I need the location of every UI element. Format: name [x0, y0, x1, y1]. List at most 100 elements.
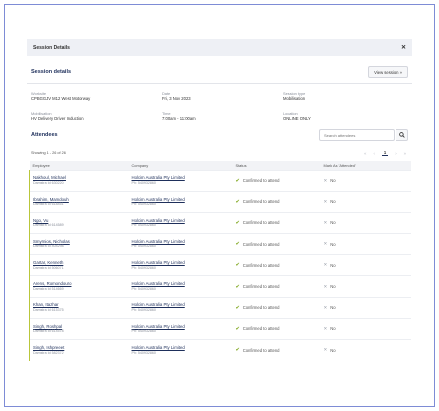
- employee-cell: Smyrnios, Nicholas Damstra Id 404298: [29, 233, 129, 255]
- mark-attended-toggle[interactable]: ✕ No: [324, 284, 411, 290]
- employee-id: Damstra Id 614589: [33, 223, 64, 228]
- cross-icon: ✕: [323, 325, 328, 331]
- mark-attended-value: No: [330, 326, 336, 332]
- status-cell: ✔ Confirmed to attend: [232, 317, 321, 340]
- mark-attended-cell: ✕ No: [320, 211, 411, 234]
- table-row: Gartar, Kenneth Damstra Id 506071 Holcim A…: [29, 254, 411, 276]
- cross-icon: ✕: [323, 177, 328, 183]
- check-icon: ✔: [235, 262, 240, 269]
- mark-attended-cell: ✕ No: [320, 296, 411, 319]
- mark-attended-toggle[interactable]: ✕ No: [324, 347, 411, 353]
- check-icon: ✔: [235, 198, 240, 205]
- attendee-search: [319, 129, 408, 141]
- employee-cell: Khan, Itazhar Damstra Id 615375: [29, 296, 129, 319]
- table-header-row: Employee Company Status Mark As 'Attende…: [29, 161, 411, 170]
- company-phone: Ph: 540932860: [131, 307, 156, 312]
- status-cell: ✔ Confirmed to attend: [232, 233, 321, 255]
- mark-attended-value: No: [330, 178, 336, 184]
- status-cell: ✔ Confirmed to attend: [232, 169, 321, 192]
- mark-attended-toggle[interactable]: ✕ No: [324, 199, 411, 205]
- pagination: « ‹ 1 › »: [364, 150, 408, 156]
- status: ✔ Confirmed to attend: [236, 199, 321, 205]
- cross-icon: ✕: [323, 219, 328, 225]
- session-info-grid: Worksite CPBGGJV M12 West Motorway Date …: [27, 91, 412, 121]
- check-icon: ✔: [235, 325, 240, 332]
- mark-attended-toggle[interactable]: ✕ No: [324, 262, 411, 268]
- check-icon: ✔: [235, 347, 240, 354]
- mark-attended-cell: ✕ No: [320, 338, 411, 361]
- status: ✔ Confirmed to attend: [236, 220, 321, 226]
- prev-page-button[interactable]: ‹: [374, 151, 375, 156]
- company-phone: Ph: 540932860: [131, 329, 156, 334]
- mark-attended-value: No: [330, 199, 336, 205]
- mark-attended-toggle[interactable]: ✕ No: [324, 326, 411, 332]
- column-header-company: Company: [128, 161, 233, 170]
- column-header-status: Status: [232, 161, 321, 170]
- table-row: Singh, Ishpreeet Damstra Id 582372 Holcim …: [29, 338, 411, 361]
- table-row: Arens, Romondouro Damstra Id 514669 Holcim…: [29, 275, 411, 298]
- employee-id: Damstra Id 630220: [33, 180, 64, 185]
- search-input[interactable]: [319, 129, 395, 141]
- field-value: 7:00am - 11:00am: [162, 115, 196, 121]
- search-button[interactable]: [396, 129, 408, 141]
- page-frame: Session Details ✕ Session details View s…: [4, 4, 435, 407]
- status-cell: ✔ Confirmed to attend: [232, 211, 321, 234]
- status: ✔ Confirmed to attend: [236, 178, 321, 184]
- location-field: Location ONLINE ONLY: [283, 111, 404, 122]
- company-phone: Ph: 540932860: [131, 350, 156, 355]
- company-phone: Ph: 540932860: [131, 265, 156, 270]
- status-text: Confirmed to attend: [242, 241, 280, 247]
- field-value: HV Delivery Driver Induction: [31, 115, 84, 121]
- field-value: ONLINE ONLY: [283, 115, 311, 121]
- table-row: Khan, Itazhar Damstra Id 615375 Holcim Aus…: [29, 296, 411, 319]
- mark-attended-toggle[interactable]: ✕ No: [324, 241, 411, 247]
- last-page-button[interactable]: »: [404, 151, 406, 156]
- check-icon: ✔: [235, 219, 240, 226]
- search-icon: [398, 132, 405, 138]
- company-cell: Holcim Australia Pty Limited Ph: 54093286…: [128, 317, 233, 340]
- mark-attended-toggle[interactable]: ✕ No: [324, 220, 411, 226]
- mark-attended-cell: ✕ No: [320, 254, 411, 276]
- status-text: Confirmed to attend: [242, 178, 280, 184]
- column-header-employee: Employee: [29, 161, 129, 170]
- next-page-button[interactable]: ›: [395, 151, 396, 156]
- employee-cell: Gartar, Kenneth Damstra Id 506071: [29, 254, 129, 276]
- company-phone: Ph: 540932860: [131, 286, 156, 291]
- status: ✔ Confirmed to attend: [236, 262, 321, 268]
- mark-attended-value: No: [330, 262, 336, 268]
- company-cell: Holcim Australia Pty Limited Ph: 54093286…: [128, 254, 233, 276]
- table-row: Singh, Roshpal Damstra Id 614578 Holcim Au…: [29, 317, 411, 340]
- table-row: Ngo, Vu Damstra Id 614589 Holcim Australia…: [29, 211, 411, 234]
- mobilisation-field: Mobilisation HV Delivery Driver Inductio…: [31, 111, 162, 122]
- attendees-header: Attendees: [27, 128, 412, 142]
- employee-cell: Nakhoul, Michael Damstra Id 630220: [29, 169, 129, 192]
- employee-cell: Singh, Ishpreeet Damstra Id 582372: [29, 338, 129, 361]
- cross-icon: ✕: [323, 241, 328, 247]
- session-details-header: Session details View session »: [27, 61, 412, 83]
- current-page[interactable]: 1: [381, 150, 389, 156]
- employee-id: Damstra Id 514669: [33, 286, 64, 291]
- mark-attended-cell: ✕ No: [320, 275, 411, 298]
- status: ✔ Confirmed to attend: [236, 284, 321, 290]
- attendees-table: Employee Company Status Mark As 'Attende…: [29, 161, 411, 361]
- company-cell: Holcim Australia Pty Limited Ph: 54093286…: [128, 169, 233, 192]
- divider: [27, 83, 412, 84]
- cross-icon: ✕: [323, 198, 328, 204]
- mark-attended-value: No: [330, 305, 336, 311]
- mark-attended-value: No: [330, 220, 336, 226]
- cross-icon: ✕: [323, 283, 328, 289]
- check-icon: ✔: [235, 177, 240, 184]
- mark-attended-toggle[interactable]: ✕ No: [324, 178, 411, 184]
- date-field: Date Fri, 3 Nov 2023: [162, 91, 283, 102]
- employee-id: Damstra Id 615375: [33, 307, 64, 312]
- mark-attended-toggle[interactable]: ✕ No: [324, 305, 411, 311]
- company-cell: Holcim Australia Pty Limited Ph: 54093286…: [128, 338, 233, 361]
- field-value: CPBGGJV M12 West Motorway: [31, 96, 91, 101]
- time-field: Time 7:00am - 11:00am: [162, 111, 283, 122]
- employee-cell: Singh, Roshpal Damstra Id 614578: [29, 317, 129, 340]
- first-page-button[interactable]: «: [364, 151, 366, 156]
- company-phone: Ph: 540932860: [131, 223, 156, 228]
- close-icon[interactable]: ✕: [401, 44, 406, 51]
- field-value: Mobilisation: [283, 96, 306, 101]
- view-session-button[interactable]: View session »: [368, 66, 408, 78]
